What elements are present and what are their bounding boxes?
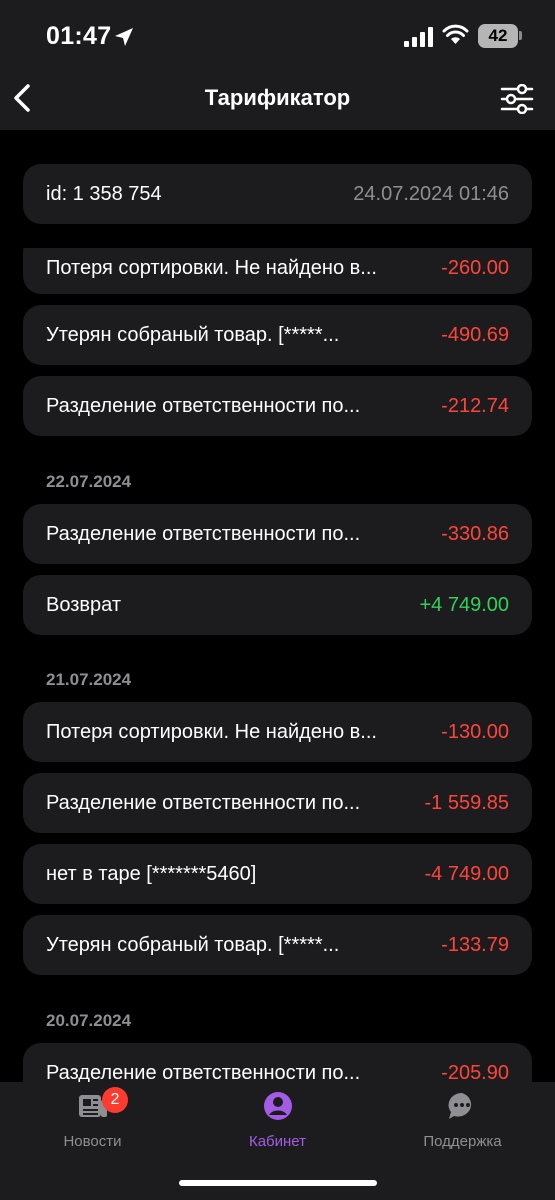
list-item[interactable]: Возврат +4 749.00 [23,575,532,635]
tab-news[interactable]: 2 Новости [0,1082,185,1162]
row-amount: -212.74 [441,395,509,417]
news-badge: 2 [102,1087,128,1113]
filter-sliders-icon[interactable] [500,84,534,114]
battery-indicator: 42 [478,24,518,48]
row-amount: -133.79 [441,934,509,956]
row-amount: -4 749.00 [424,863,509,885]
row-label: Возврат [46,594,121,616]
home-indicator [179,1180,377,1186]
list-item[interactable]: Потеря сортировки. Не найдено в... -130.… [23,702,532,762]
status-time: 01:47 [46,22,112,50]
section-date: 20.07.2024 [46,1011,132,1030]
row-label: Разделение ответственности по... [46,792,361,814]
status-bar: 01:47 42 [0,0,555,70]
row-label: Потеря сортировки. Не найдено в... [46,721,377,743]
account-id: id: 1 358 754 [46,183,162,205]
list-item[interactable]: Разделение ответственности по... -1 559.… [23,773,532,833]
row-label: Утерян собраный товар. [*****... [46,934,340,956]
list-item[interactable]: нет в таре [*******5460] -4 749.00 [23,844,532,904]
list-item[interactable]: Разделение ответственности по... -212.74 [23,376,532,436]
wifi-icon [442,24,469,44]
row-amount: -490.69 [441,324,509,346]
list-item[interactable]: Разделение ответственности по... -205.90 [23,1043,532,1082]
cellular-signal-icon [404,27,433,47]
profile-icon [264,1092,292,1120]
tab-support[interactable]: Поддержка [370,1082,555,1162]
chat-icon [448,1092,472,1119]
row-label: Утерян собраный товар. [*****... [46,324,340,346]
location-arrow-icon [115,28,133,46]
section-date: 21.07.2024 [46,670,132,689]
account-id-card: id: 1 358 754 24.07.2024 01:46 [23,164,532,224]
tab-label: Кабинет [248,1133,307,1150]
list-item[interactable]: Утерян собраный товар. [*****... -490.69 [23,305,532,365]
account-datetime: 24.07.2024 01:46 [353,183,509,205]
row-amount: -330.86 [441,523,509,545]
tab-label: Поддержка [423,1133,502,1150]
row-label: Разделение ответственности по... [46,1062,361,1082]
list-item[interactable]: Разделение ответственности по... -330.86 [23,504,532,564]
row-label: Разделение ответственности по... [46,523,361,545]
section-date: 22.07.2024 [46,472,132,491]
tab-label: Новости [63,1133,122,1150]
row-amount: -1 559.85 [424,792,509,814]
transactions-list[interactable]: id: 1 358 754 24.07.2024 01:46 Потеря со… [0,130,555,1082]
row-amount: -205.90 [441,1062,509,1082]
battery-nub [519,31,522,40]
row-amount: -260.00 [441,257,509,279]
row-label: Разделение ответственности по... [46,395,361,417]
row-label: Потеря сортировки. Не найдено в... [46,257,377,279]
row-amount: -130.00 [441,721,509,743]
list-item[interactable]: Потеря сортировки. Не найдено в... -260.… [23,248,532,294]
row-label: нет в таре [*******5460] [46,863,257,885]
list-item[interactable]: Утерян собраный товар. [*****... -133.79 [23,915,532,975]
row-amount: +4 749.00 [419,594,509,616]
tab-cabinet[interactable]: Кабинет [185,1082,370,1162]
navigation-bar: Тарификатор [0,70,555,130]
page-title: Тарификатор [204,85,351,110]
